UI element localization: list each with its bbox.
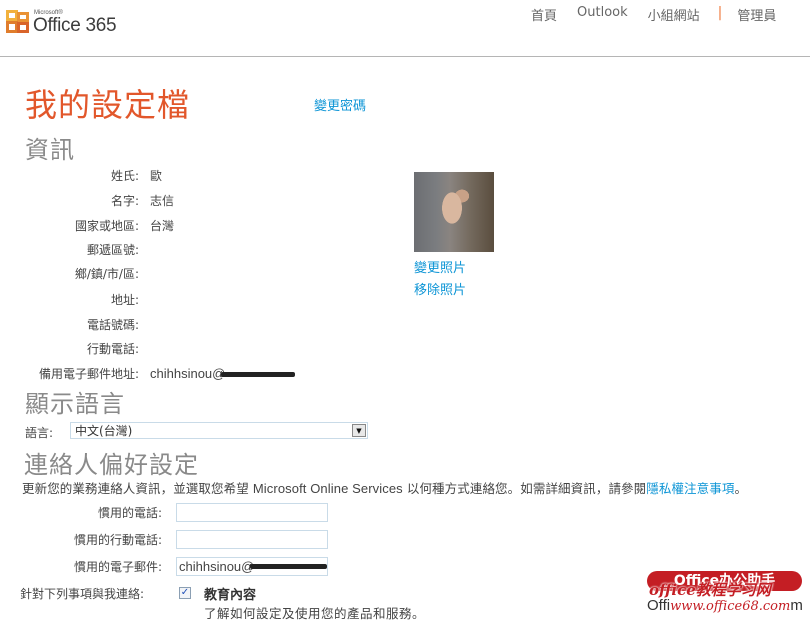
field-last-name: 姓氏: 歐 [0,166,162,184]
field-district: 鄉/鎮/市/區: [0,264,150,282]
field-value: 台灣 [150,218,175,233]
field-first-name: 名字: 志信 [0,191,174,209]
nav-outlook[interactable]: Outlook [577,5,628,24]
change-photo-link[interactable]: 變更照片 [414,257,466,276]
remove-photo-link[interactable]: 移除照片 [414,279,466,298]
nav-admin[interactable]: 管理員 [737,5,776,24]
office365-logo[interactable]: Microsoft® Office 365 [6,6,117,38]
field-address: 地址: [0,290,150,308]
email-text: chihhsinou@ [179,559,255,574]
top-navigation: 首頁 Outlook 小組網站 | 管理員 [531,5,796,24]
field-alt-email: 備用電子郵件地址: chihhsinou@ [0,364,296,382]
field-label: 行動電話: [86,341,139,356]
redaction-bar [250,564,327,569]
watermark-suffix: m [790,597,803,614]
education-content-checkbox[interactable]: ✓ [179,587,191,599]
watermark-url: Offiwww.office68.comm [647,597,803,614]
field-mobile: 行動電話: [0,339,150,357]
preferred-email-row: 慣用的電子郵件: chihhsinou@ [0,557,328,576]
field-label: 電話號碼: [86,317,139,332]
field-country: 國家或地區: 台灣 [0,216,174,234]
preferred-mobile-row: 慣用的行動電話: [0,530,328,549]
page-title: 我的設定檔 [25,86,191,124]
contact-preferences-heading: 連絡人偏好設定 [24,451,199,479]
desc-product-name: Microsoft Online Services [252,481,403,496]
language-label: 語言: [25,426,54,440]
watermark: Office办公助手 office教程学习网 Offiwww.office68.… [647,571,803,616]
field-label: 備用電子郵件地址: [38,366,139,381]
field-label: 地址: [110,292,139,307]
profile-photo [414,172,494,252]
desc-text: 。 [734,481,748,496]
field-label: 名字: [110,193,139,208]
field-label: 鄉/鎮/市/區: [74,266,139,281]
watermark-url-text: www.office68.com [670,599,791,614]
field-value: chihhsinou@ [150,365,296,381]
preferred-email-label: 慣用的電子郵件: [73,560,162,574]
field-postal-code: 郵遞區號: [0,240,150,258]
office-logo-icon [6,10,30,34]
field-phone: 電話號碼: [0,315,150,333]
preferred-phone-input[interactable] [176,503,328,522]
preferred-mobile-input[interactable] [176,530,328,549]
email-text: chihhsinou@ [150,365,226,381]
desc-text: 以何種方式連絡您。如需詳細資訊，請參閱 [402,481,647,496]
privacy-statement-link[interactable]: 隱私權注意事項 [646,481,734,496]
info-heading: 資訊 [25,136,75,164]
preferred-phone-label: 慣用的電話: [97,506,162,520]
preferred-phone-row: 慣用的電話: [0,503,328,522]
desc-text: 更新您的業務連絡人資訊，並選取您希望 [22,481,253,496]
language-heading: 顯示語言 [25,390,125,418]
field-label: 姓氏: [110,168,139,183]
nav-separator: | [717,5,723,21]
contact-me-label: 針對下列事項與我連絡: [20,587,145,601]
preferred-email-input[interactable]: chihhsinou@ [176,557,328,576]
field-value: 歐 [150,168,163,183]
logo-product-name: Office 365 [33,14,117,36]
contact-description: 更新您的業務連絡人資訊，並選取您希望 Microsoft Online Serv… [22,478,747,497]
change-password-link[interactable]: 變更密碼 [314,95,366,114]
education-content-title: 教育內容 [204,588,257,603]
nav-team-site[interactable]: 小組網站 [648,5,700,24]
preferred-mobile-label: 慣用的行動電話: [73,533,162,547]
field-value: 志信 [150,193,175,208]
nav-home[interactable]: 首頁 [531,5,557,24]
watermark-prefix: Offi [647,597,671,614]
header-divider [0,56,810,57]
field-label: 國家或地區: [74,218,139,233]
dropdown-arrow-icon[interactable]: ▼ [352,424,366,437]
education-content-description: 了解如何設定及使用您的產品和服務。 [204,606,426,621]
redaction-bar [221,371,296,377]
language-select[interactable]: 中文(台灣) ▼ [70,422,368,439]
language-selected-value: 中文(台灣) [75,424,133,438]
field-label: 郵遞區號: [86,242,139,257]
